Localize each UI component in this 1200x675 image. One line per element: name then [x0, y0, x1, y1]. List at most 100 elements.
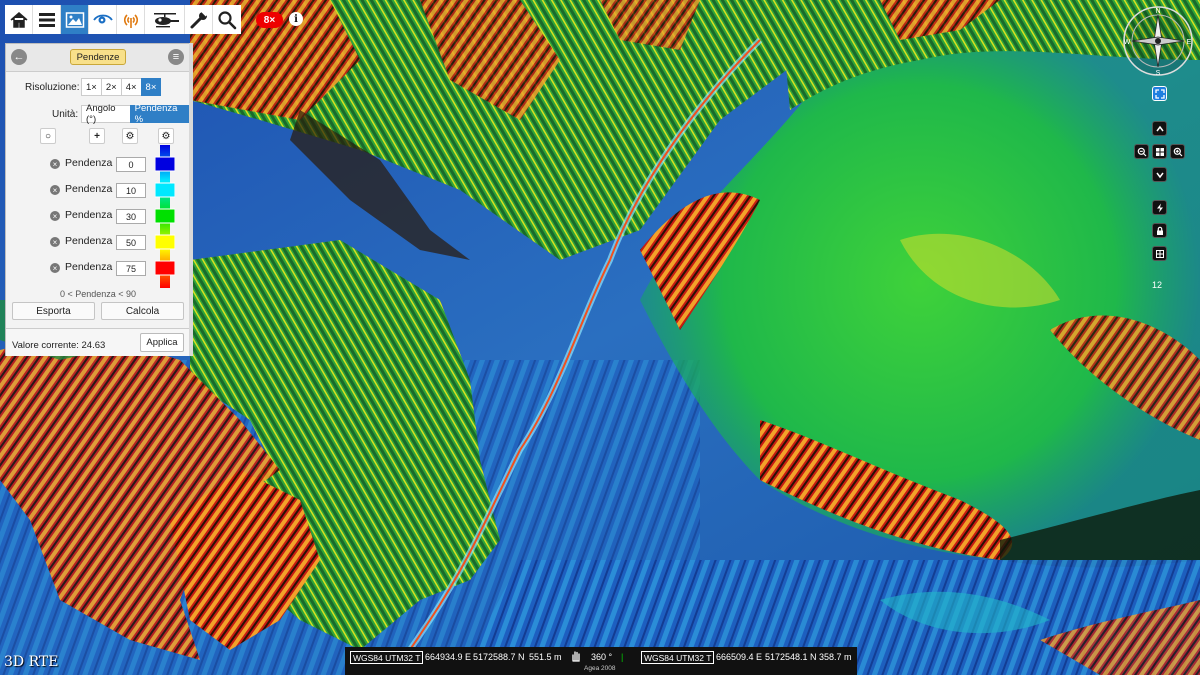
export-button[interactable]: Esporta — [12, 302, 95, 320]
gear-icon: ⚙ — [125, 130, 135, 142]
compass-widget[interactable]: N E S W — [1122, 5, 1194, 77]
panel-title: Pendenze — [70, 49, 126, 65]
zoom-in-button[interactable] — [1170, 144, 1185, 159]
grid-icon — [1155, 147, 1164, 156]
zoom-in-icon — [1173, 147, 1182, 156]
northing-value-2: 5172548.1 N — [765, 652, 817, 662]
crs-label[interactable]: WGS84 UTM32 T — [350, 651, 424, 664]
status-bar: WGS84 UTM32 T 664934.9 E 5172588.7 N 551… — [345, 647, 857, 675]
slope-value-input[interactable]: 0 — [116, 157, 146, 172]
add-row-button[interactable]: + — [89, 128, 105, 144]
layers-button[interactable] — [1152, 246, 1167, 261]
slope-value-input[interactable]: 30 — [116, 209, 146, 224]
gear-icon: ⚙ — [161, 130, 171, 142]
unit-option-percent[interactable]: Pendenza % — [129, 103, 190, 125]
lightning-icon — [1156, 203, 1163, 212]
hand-icon[interactable] — [570, 650, 582, 662]
remove-row-icon[interactable]: × — [50, 263, 60, 273]
home-button[interactable] — [5, 5, 33, 34]
elevation-value-2: 358.7 m — [819, 652, 852, 662]
easting-value: 664934.9 E — [425, 652, 472, 662]
map-grid-button[interactable] — [1152, 144, 1167, 159]
eye-icon — [92, 14, 113, 23]
resolution-option-2x[interactable]: 2× — [100, 78, 122, 96]
swatch-50[interactable] — [155, 234, 175, 250]
remove-row-icon[interactable]: × — [50, 237, 60, 247]
zoom-level-label: 12 — [1152, 280, 1163, 290]
slope-row-label: Pendenza — [65, 235, 113, 247]
range-note: 0 < Pendenza < 90 — [59, 289, 137, 299]
view-angle: 360 ° — [591, 652, 613, 662]
home-icon — [10, 11, 27, 28]
lightbulb-icon: ○ — [44, 130, 52, 142]
back-button[interactable]: ← — [11, 49, 27, 65]
fullscreen-button[interactable] — [1152, 86, 1167, 101]
menu-icon — [38, 12, 55, 27]
unit-label: Unità: — [52, 109, 79, 120]
brand-logo: 3D RTE — [4, 654, 59, 670]
color-settings-button[interactable]: ⚙ — [158, 128, 174, 144]
lightning-button[interactable] — [1152, 200, 1167, 215]
signal-button[interactable] — [117, 5, 145, 34]
slope-row-label: Pendenza — [65, 183, 113, 195]
lock-icon — [1156, 226, 1163, 235]
compass-west: W — [1124, 39, 1131, 46]
panel-menu-button[interactable]: ≡ — [168, 49, 184, 65]
northing-value: 5172588.7 N — [473, 652, 525, 662]
panel-scrollbar[interactable] — [189, 43, 193, 356]
wrench-button[interactable] — [185, 5, 213, 34]
slope-value-input[interactable]: 10 — [116, 183, 146, 198]
unit-option-angle[interactable]: Angolo (°) — [81, 103, 131, 125]
swatch-10[interactable] — [155, 182, 175, 198]
pan-up-button[interactable] — [1152, 121, 1167, 136]
menu-button[interactable] — [33, 5, 61, 34]
elevation-value: 551.5 m — [529, 652, 562, 662]
panel-header: ← Pendenze ≡ — [6, 44, 190, 72]
compass-east: E — [1187, 39, 1192, 46]
arrow-left-icon: ← — [13, 51, 25, 63]
swatch-0[interactable] — [155, 156, 175, 172]
compass-north: N — [1155, 8, 1160, 15]
chevron-up-icon — [1155, 125, 1164, 131]
info-icon[interactable]: i — [289, 12, 303, 26]
swatch-30[interactable] — [155, 208, 175, 224]
imagery-source: Agea 2008 — [584, 665, 616, 672]
helicopter-icon — [153, 12, 179, 27]
unit-selector: Angolo (°) Pendenza % — [81, 103, 190, 125]
divider-icon: | — [621, 652, 624, 662]
apply-button[interactable]: Applica — [140, 333, 184, 352]
image-button[interactable] — [61, 5, 89, 34]
slope-value-input[interactable]: 75 — [116, 261, 146, 276]
settings-button[interactable]: ⚙ — [122, 128, 138, 144]
layers-icon — [1155, 249, 1164, 258]
zoom-out-button[interactable] — [1134, 144, 1149, 159]
slope-row-label: Pendenza — [65, 209, 113, 221]
resolution-option-1x[interactable]: 1× — [81, 78, 102, 96]
lock-button[interactable] — [1152, 223, 1167, 238]
search-button[interactable] — [213, 5, 241, 34]
panel-footer: Valore corrente: 24.63 Applica — [6, 328, 190, 356]
resolution-badge[interactable]: 8× — [256, 12, 283, 28]
resolution-option-8x[interactable]: 8× — [140, 78, 162, 96]
compute-button[interactable]: Calcola — [101, 302, 184, 320]
expand-icon — [1154, 88, 1165, 99]
pan-down-button[interactable] — [1152, 167, 1167, 182]
menu-icon: ≡ — [172, 51, 180, 63]
remove-row-icon[interactable]: × — [50, 159, 60, 169]
swatch-75[interactable] — [155, 260, 175, 276]
slope-row-label: Pendenza — [65, 261, 113, 273]
image-icon — [65, 11, 84, 28]
lightbulb-button[interactable]: ○ — [40, 128, 56, 144]
remove-row-icon[interactable]: × — [50, 185, 60, 195]
crs-label-2[interactable]: WGS84 UTM32 T — [641, 651, 715, 664]
slope-value-input[interactable]: 50 — [116, 235, 146, 250]
slope-row-label: Pendenza — [65, 157, 113, 169]
signal-icon — [123, 13, 138, 28]
chevron-down-icon — [1155, 172, 1164, 178]
main-toolbar — [5, 5, 241, 34]
eye-button[interactable] — [89, 5, 117, 34]
plus-icon: + — [94, 130, 100, 142]
remove-row-icon[interactable]: × — [50, 211, 60, 221]
resolution-option-4x[interactable]: 4× — [120, 78, 142, 96]
helicopter-button[interactable] — [145, 5, 185, 34]
